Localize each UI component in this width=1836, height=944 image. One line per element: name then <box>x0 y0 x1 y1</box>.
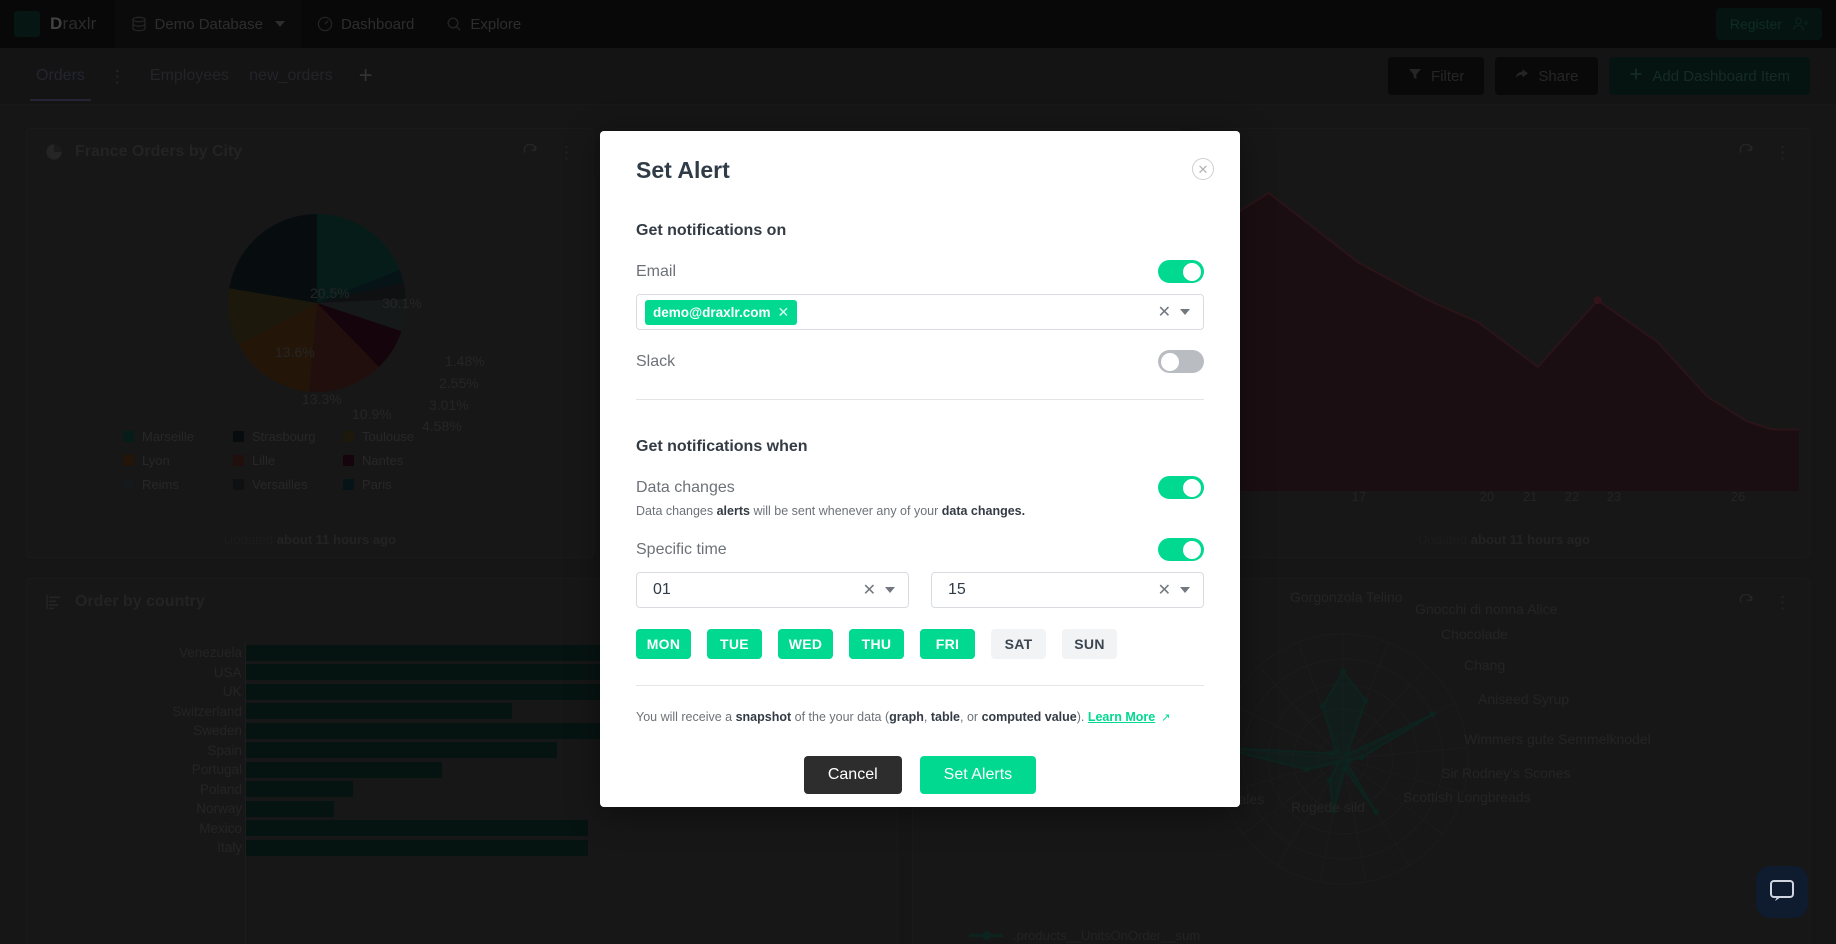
helper-bold: data changes. <box>941 504 1026 518</box>
external-link-icon[interactable]: ↗ <box>1161 712 1170 724</box>
data-changes-row: Data changes <box>636 476 1204 499</box>
toggle-knob <box>1183 262 1201 281</box>
day-button-wed[interactable]: WED <box>778 629 833 659</box>
modal-body: Get notifications on Email demo@draxlr.c… <box>600 222 1240 794</box>
chevron-down-icon[interactable] <box>1180 309 1190 315</box>
set-alerts-button[interactable]: Set Alerts <box>919 756 1037 794</box>
email-row: Email <box>636 260 1204 283</box>
modal-title: Set Alert <box>636 157 730 183</box>
remove-chip-icon[interactable]: ✕ <box>777 304 789 321</box>
close-icon[interactable]: ✕ <box>1192 158 1214 180</box>
data-changes-label: Data changes <box>636 478 735 496</box>
email-chip[interactable]: demo@draxlr.com ✕ <box>645 299 798 325</box>
note-bold: snapshot <box>735 710 792 724</box>
draxlr-dashboard-app: Draxlr Demo Database Dashboard Explore R… <box>0 0 1836 944</box>
day-button-fri[interactable]: FRI <box>920 629 975 659</box>
note-bold: graph <box>889 710 924 724</box>
cancel-button[interactable]: Cancel <box>803 756 902 794</box>
note-bold: table <box>930 710 961 724</box>
day-button-sat[interactable]: SAT <box>991 629 1046 659</box>
specific-time-toggle[interactable] <box>1158 538 1204 561</box>
minute-value: 15 <box>948 581 966 598</box>
clear-icon[interactable]: ✕ <box>1149 580 1180 600</box>
section-notifications-when: Get notifications when <box>636 438 808 455</box>
note-part: You will receive a <box>636 710 736 724</box>
email-input[interactable]: demo@draxlr.com ✕ ✕ <box>636 294 1204 330</box>
clear-icon[interactable]: ✕ <box>854 580 885 600</box>
note-bold: computed value <box>981 710 1077 724</box>
divider <box>636 399 1204 400</box>
data-changes-toggle[interactable] <box>1158 476 1204 499</box>
hour-value: 01 <box>653 581 671 598</box>
day-selector: MON TUE WED THU FRI SAT SUN <box>636 629 1204 659</box>
time-selectors: 01 ✕ 15 ✕ <box>636 572 1204 608</box>
note-part: , <box>923 710 931 724</box>
helper-part: Data changes <box>636 504 717 518</box>
toggle-knob <box>1183 540 1201 559</box>
toggle-knob <box>1183 478 1201 497</box>
toggle-knob <box>1161 352 1179 371</box>
note-part: ). <box>1076 710 1088 724</box>
data-changes-helper: Data changes alerts will be sent wheneve… <box>636 504 1204 518</box>
learn-more-link[interactable]: Learn More <box>1088 710 1155 724</box>
modal-actions: Cancel Set Alerts <box>636 756 1204 794</box>
modal-header: Set Alert ✕ <box>600 131 1240 184</box>
day-button-sun[interactable]: SUN <box>1062 629 1117 659</box>
day-button-tue[interactable]: TUE <box>707 629 762 659</box>
hour-select[interactable]: 01 ✕ <box>636 572 909 608</box>
day-button-thu[interactable]: THU <box>849 629 904 659</box>
chevron-down-icon[interactable] <box>885 587 895 593</box>
note-part: , or <box>960 710 982 724</box>
helper-part: will be sent whenever any of your <box>749 504 942 518</box>
divider <box>636 685 1204 686</box>
section-notifications-on: Get notifications on <box>636 222 787 239</box>
email-chip-label: demo@draxlr.com <box>653 304 771 320</box>
specific-time-row: Specific time <box>636 538 1204 561</box>
slack-label: Slack <box>636 352 676 370</box>
specific-time-label: Specific time <box>636 540 727 558</box>
minute-select[interactable]: 15 ✕ <box>931 572 1204 608</box>
chat-widget-button[interactable] <box>1756 866 1808 918</box>
clear-icon[interactable]: ✕ <box>1149 302 1180 322</box>
chevron-down-icon[interactable] <box>1180 587 1190 593</box>
email-toggle[interactable] <box>1158 260 1204 283</box>
day-button-mon[interactable]: MON <box>636 629 691 659</box>
set-alert-modal: Set Alert ✕ Get notifications on Email d… <box>600 131 1240 807</box>
chat-icon <box>1769 877 1795 908</box>
helper-bold: alerts <box>716 504 750 518</box>
snapshot-note: You will receive a snapshot of the your … <box>636 710 1204 724</box>
slack-toggle[interactable] <box>1158 350 1204 373</box>
email-label: Email <box>636 262 677 280</box>
slack-row: Slack <box>636 350 1204 373</box>
note-part: of the your data ( <box>791 710 890 724</box>
